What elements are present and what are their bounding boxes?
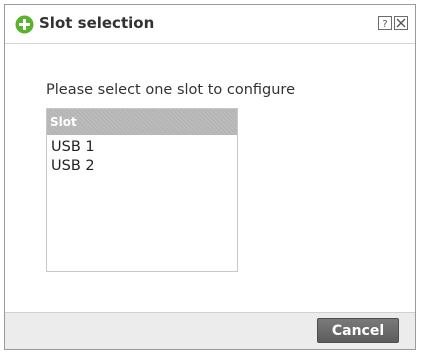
title-divider (5, 43, 415, 44)
dialog-titlebar[interactable]: Slot selection ? (5, 5, 415, 41)
plus-circle-icon (15, 15, 34, 34)
slot-column-header[interactable]: Slot (47, 109, 237, 135)
slot-row-usb2[interactable]: USB 2 (47, 157, 237, 176)
close-icon[interactable] (394, 16, 408, 30)
slot-list[interactable]: Slot USB 1 USB 2 (46, 108, 238, 272)
slot-row-usb1[interactable]: USB 1 (47, 138, 237, 157)
dialog-title: Slot selection (39, 14, 155, 32)
slot-selection-dialog: Slot selection ? Please select one slot … (4, 4, 416, 350)
svg-text:?: ? (382, 19, 387, 29)
instruction-text: Please select one slot to configure (46, 82, 295, 98)
slot-rows: USB 1 USB 2 (47, 135, 237, 176)
cancel-button[interactable]: Cancel (317, 318, 399, 343)
dialog-footer: Cancel (5, 312, 415, 349)
help-icon[interactable]: ? (378, 16, 392, 30)
